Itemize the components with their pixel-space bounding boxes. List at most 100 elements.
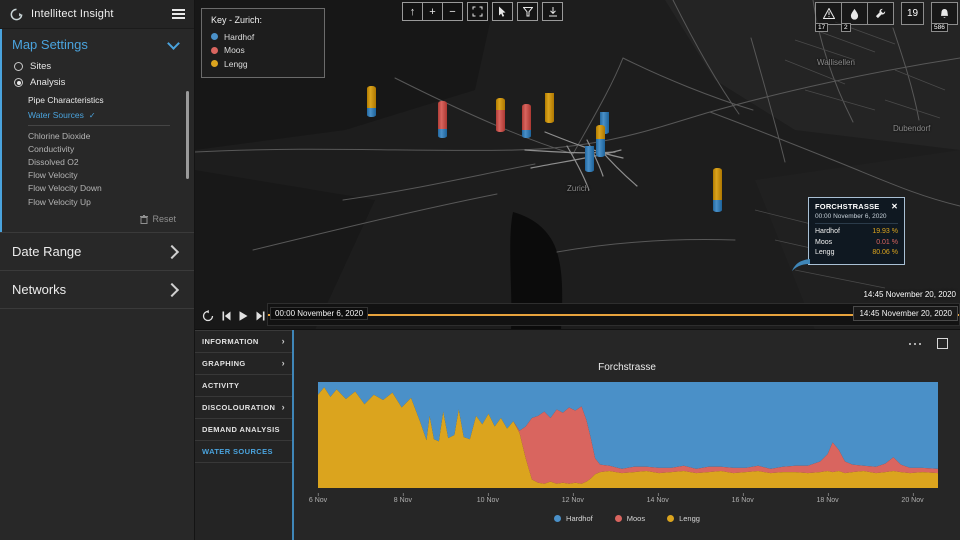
- timeline-end-box: 14:45 November 20, 2020: [853, 306, 958, 321]
- parameter-item[interactable]: Flow Velocity Down: [28, 182, 170, 195]
- map-key-item: Hardhof: [211, 30, 315, 44]
- count-indicator[interactable]: 19: [901, 2, 924, 25]
- x-axis-tick: 18 Nov: [816, 497, 838, 504]
- parameter-list: Chlorine DioxideConductivityDissolved O2…: [28, 125, 170, 208]
- zoom-out-button[interactable]: −: [442, 2, 463, 21]
- parameter-item[interactable]: Chlorine Dioxide: [28, 129, 170, 142]
- droplet-count-badge: 2: [841, 23, 851, 32]
- site-popup: FORCHSTRASSE ✕ 00:00 November 6, 2020 Ha…: [808, 197, 905, 265]
- warnings-button[interactable]: 17: [815, 2, 842, 25]
- map-canvas[interactable]: WallisellenDubendorfZurich Key - Zurich:…: [195, 0, 960, 329]
- reset-button[interactable]: Reset: [12, 208, 184, 226]
- chart-legend-label: Lengg: [679, 514, 700, 523]
- analysis-item[interactable]: Pipe Characteristics: [28, 92, 184, 107]
- legend-dot-icon: [615, 515, 622, 522]
- map-marker[interactable]: [545, 93, 554, 123]
- maximize-panel-icon[interactable]: [937, 338, 948, 349]
- download-button[interactable]: [542, 2, 563, 21]
- parameter-item[interactable]: Flow Velocity: [28, 169, 170, 182]
- radio-sites[interactable]: Sites: [14, 61, 184, 72]
- map-marker[interactable]: [367, 86, 376, 117]
- analysis-item[interactable]: Water Sources ✓: [28, 107, 184, 122]
- maintenance-button[interactable]: [867, 2, 894, 25]
- x-axis-tick: 16 Nov: [732, 497, 754, 504]
- parameter-item[interactable]: Dissolved O2: [28, 155, 170, 168]
- bell-count-badge: 586: [931, 23, 948, 32]
- popup-close-icon[interactable]: ✕: [891, 202, 898, 211]
- play-button[interactable]: [239, 311, 248, 321]
- fullscreen-button[interactable]: [467, 2, 488, 21]
- marker-segment-moos: [438, 101, 447, 129]
- restart-button[interactable]: [202, 310, 214, 322]
- panel-menu-item-water-sources[interactable]: WATER SOURCES: [195, 441, 292, 463]
- timeline-end-label: 14:45 November 20, 2020: [863, 290, 956, 299]
- warning-count-badge: 17: [815, 23, 828, 32]
- panel-menu-item-demand-analysis[interactable]: DEMAND ANALYSIS: [195, 419, 292, 441]
- popup-row: Lengg80.06 %: [815, 248, 898, 259]
- date-range-label: Date Range: [12, 244, 81, 259]
- legend-dot-icon: [211, 60, 218, 67]
- sidebar: Intellitect Insight Map Settings SitesAn…: [0, 0, 195, 540]
- water-alerts-button[interactable]: 2: [841, 2, 868, 25]
- panel-menu-item-activity[interactable]: ACTIVITY: [195, 375, 292, 397]
- panel-menu-item-information[interactable]: INFORMATION›: [195, 331, 292, 353]
- map-key-label: Hardhof: [224, 32, 254, 42]
- map-marker[interactable]: [438, 101, 447, 138]
- skip-forward-icon: [256, 311, 265, 321]
- chevron-right-icon: ›: [282, 404, 285, 411]
- chart-legend-label: Hardhof: [566, 514, 593, 523]
- place-label: Wallisellen: [817, 58, 855, 67]
- bell-icon: [939, 8, 950, 20]
- map-marker[interactable]: [585, 146, 594, 172]
- legend-dot-icon: [554, 515, 561, 522]
- popup-row-value: 0.01 %: [876, 238, 898, 249]
- app-logo-icon: [9, 7, 24, 22]
- panel-menu-label: ACTIVITY: [202, 381, 239, 390]
- radio-dot-icon: [14, 62, 23, 71]
- sidebar-scrollbar[interactable]: [186, 91, 189, 179]
- map-marker[interactable]: [713, 168, 722, 212]
- notifications-button[interactable]: 586: [931, 2, 958, 25]
- radio-analysis[interactable]: Analysis: [14, 77, 184, 88]
- parameter-item[interactable]: Conductivity: [28, 142, 170, 155]
- parameter-item[interactable]: Flow Velocity Up: [28, 195, 170, 208]
- panel-menu-item-discolouration[interactable]: DISCOLOURATION ›: [195, 397, 292, 419]
- filter-button[interactable]: [517, 2, 538, 21]
- hamburger-menu-icon[interactable]: [172, 9, 185, 19]
- map-settings-label: Map Settings: [12, 37, 88, 52]
- chevron-right-icon: [165, 245, 179, 259]
- map-settings-section: Map Settings Sites Analysis Pipe Characte…: [0, 29, 194, 233]
- analysis-item-label: Water Sources: [28, 110, 84, 120]
- panel-options-icon[interactable]: [909, 343, 922, 346]
- place-label: Dubendorf: [893, 124, 930, 133]
- panel-menu-item-graphing[interactable]: GRAPHING›: [195, 353, 292, 375]
- map-settings-header[interactable]: Map Settings: [12, 37, 184, 52]
- alert-bar: 17 2 19 586: [816, 2, 958, 25]
- chart-legend-label: Moos: [627, 514, 645, 523]
- networks-section[interactable]: Networks: [0, 271, 194, 309]
- popup-tail: [792, 257, 810, 271]
- marker-segment-lengg: [596, 125, 605, 139]
- map-marker[interactable]: [496, 98, 505, 132]
- skip-forward-button[interactable]: [256, 311, 265, 321]
- chart-title: Forchstrasse: [294, 362, 960, 373]
- radio-label: Analysis: [30, 77, 65, 88]
- place-label: Zurich: [567, 184, 589, 193]
- check-icon: ✓: [89, 111, 96, 120]
- stacked-area-chart: [318, 382, 938, 488]
- select-cursor-button[interactable]: [492, 2, 513, 21]
- map-marker[interactable]: [522, 104, 531, 138]
- map-key-label: Moos: [224, 45, 245, 55]
- panel-menu-label: GRAPHING: [202, 359, 246, 368]
- main-content: WallisellenDubendorfZurich Key - Zurich:…: [195, 0, 960, 540]
- analysis-sublist: Pipe Characteristics Water Sources ✓: [28, 92, 184, 122]
- skip-back-button[interactable]: [222, 311, 231, 321]
- timeline-scrubber[interactable]: 00:00 November 6, 2020 14:45 November 20…: [267, 303, 960, 326]
- pan-up-button[interactable]: ↑: [402, 2, 423, 21]
- zoom-in-button[interactable]: +: [422, 2, 443, 21]
- date-range-section[interactable]: Date Range: [0, 233, 194, 271]
- wrench-icon: [875, 8, 886, 19]
- panel-menu-label: DISCOLOURATION: [202, 403, 275, 412]
- map-marker[interactable]: [596, 125, 605, 157]
- marker-segment-hardhof: [367, 108, 376, 117]
